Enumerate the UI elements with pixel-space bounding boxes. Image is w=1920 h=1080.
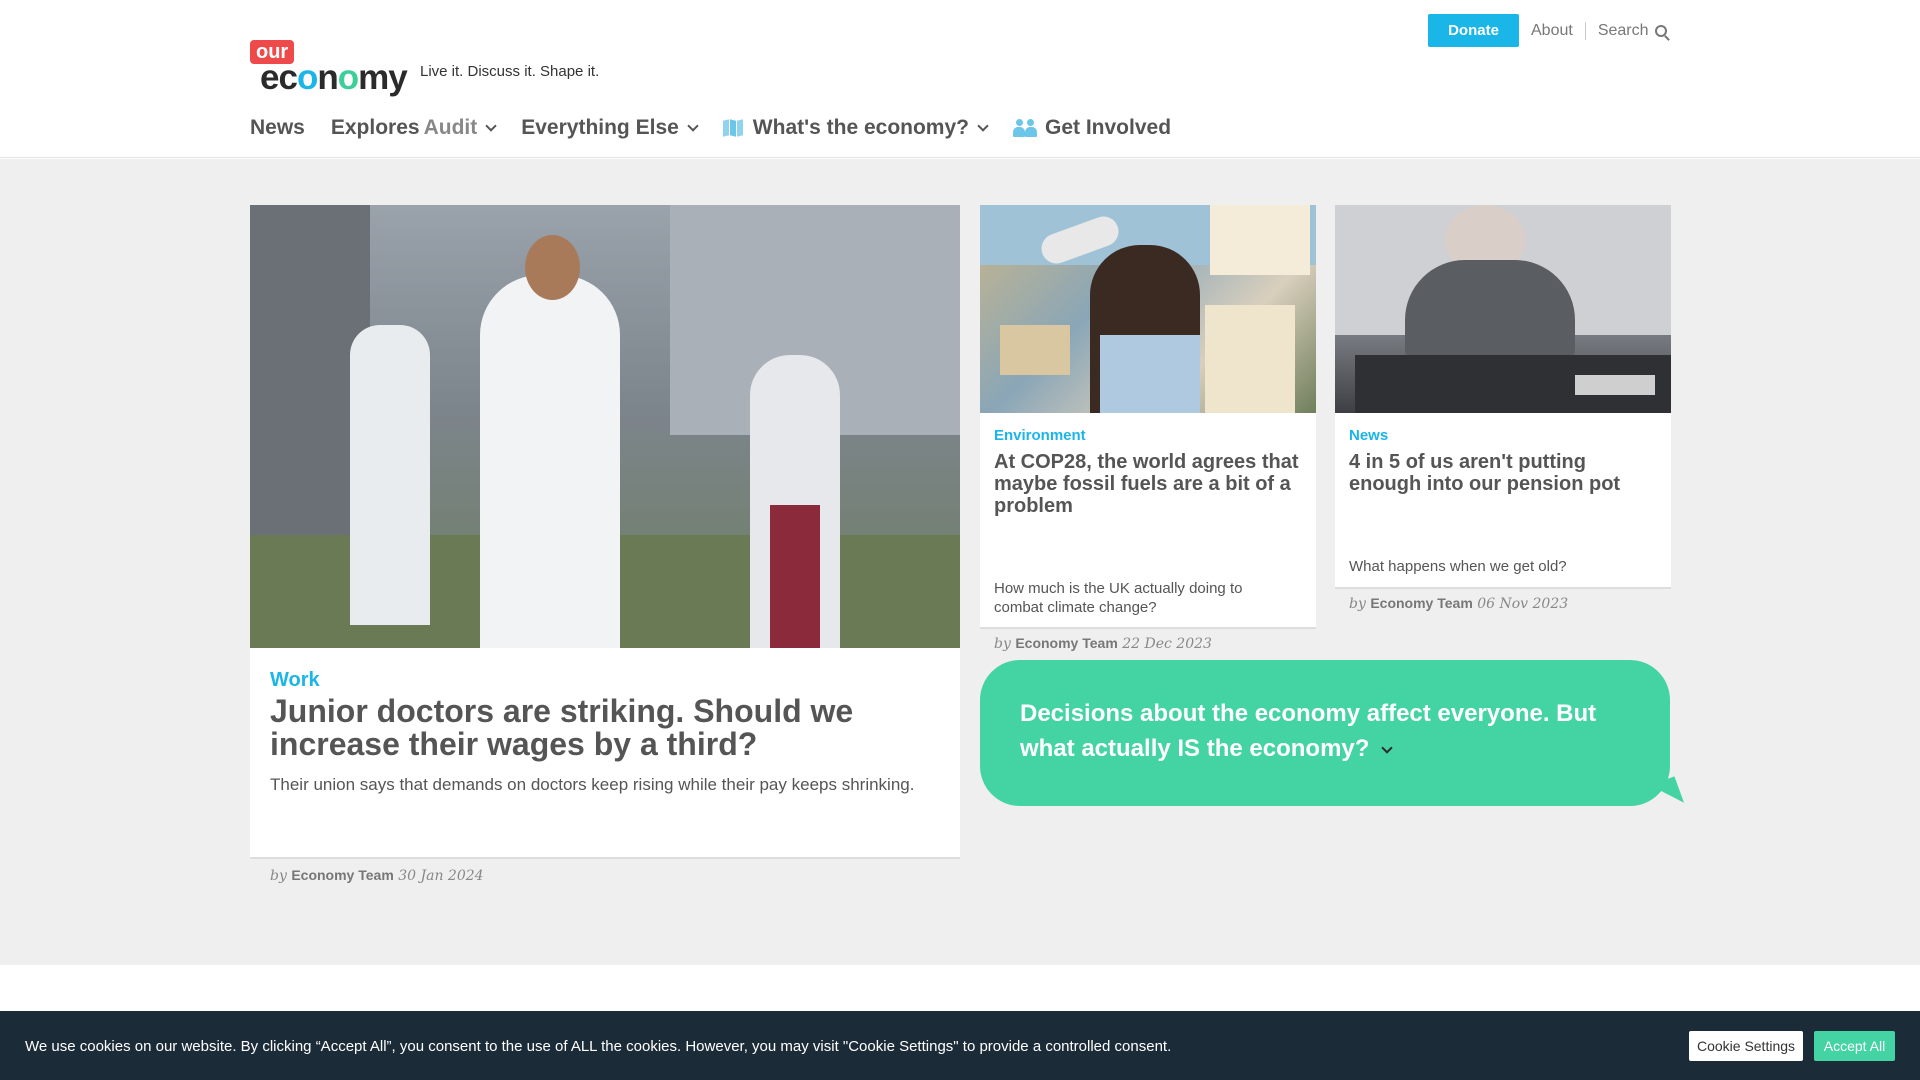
site-logo[interactable]: our economy xyxy=(250,40,412,97)
site-tagline: Live it. Discuss it. Shape it. xyxy=(420,63,600,80)
article-date: 22 Dec 2023 xyxy=(1122,636,1212,652)
article-card-environment[interactable]: Environment At COP28, the world agrees t… xyxy=(980,205,1316,652)
article-category[interactable]: Work xyxy=(270,669,320,692)
people-icon xyxy=(1012,119,1037,137)
search-icon xyxy=(1654,24,1667,37)
article-image-protest[interactable] xyxy=(980,205,1316,413)
article-title[interactable]: At COP28, the world agrees that maybe fo… xyxy=(994,451,1304,517)
site-header: Donate About Search our economy Live it.… xyxy=(0,0,1920,158)
accept-all-button[interactable]: Accept All xyxy=(1814,1031,1895,1061)
map-icon xyxy=(722,119,745,137)
article-byline: by Economy Team 06 Nov 2023 xyxy=(1349,595,1569,612)
cookie-banner: We use cookies on our website. By clicki… xyxy=(0,1011,1920,1080)
article-image-pensioner[interactable] xyxy=(1335,205,1671,413)
article-date: 06 Nov 2023 xyxy=(1477,596,1569,612)
article-image-doctors[interactable] xyxy=(250,205,960,648)
nav-everything-else-label: Everything Else xyxy=(521,116,679,139)
utility-nav: Donate About Search xyxy=(1428,14,1679,47)
chevron-down-icon xyxy=(485,119,497,132)
nav-explores-audit[interactable]: Explores Audit xyxy=(330,116,497,140)
nav-everything-else[interactable]: Everything Else xyxy=(521,116,699,140)
search-link[interactable]: Search xyxy=(1586,22,1679,40)
chevron-down-icon xyxy=(977,119,989,132)
article-author[interactable]: Economy Team xyxy=(291,867,393,883)
chevron-down-icon xyxy=(687,119,699,132)
article-author[interactable]: Economy Team xyxy=(1015,635,1117,651)
chevron-down-icon xyxy=(1381,742,1394,754)
nav-explores-label: Explores xyxy=(330,116,420,139)
about-link[interactable]: About xyxy=(1519,22,1585,40)
nav-get-involved[interactable]: Get Involved xyxy=(1012,116,1172,140)
bubble-text: Decisions about the economy affect every… xyxy=(1020,700,1597,762)
article-excerpt: How much is the UK actually doing to com… xyxy=(994,580,1243,616)
main-nav: News Explores Audit Everything Else What… xyxy=(250,112,1197,144)
search-label: Search xyxy=(1597,21,1649,39)
article-excerpt: What happens when we get old? xyxy=(1349,558,1567,575)
article-excerpt: Their union says that demands on doctors… xyxy=(270,775,915,794)
cookie-settings-button[interactable]: Cookie Settings xyxy=(1689,1031,1803,1061)
article-date: 30 Jan 2024 xyxy=(398,868,484,884)
content-area: Work Junior doctors are striking. Should… xyxy=(0,159,1920,965)
nav-whats-the-economy[interactable]: What's the economy? xyxy=(722,116,989,140)
nav-news[interactable]: News xyxy=(250,116,305,140)
article-author[interactable]: Economy Team xyxy=(1370,595,1472,611)
logo-economy: economy xyxy=(260,58,408,97)
donate-button[interactable]: Donate xyxy=(1428,14,1519,47)
footer-strip xyxy=(0,965,1920,1011)
article-byline: by Economy Team 22 Dec 2023 xyxy=(994,635,1212,652)
article-card-main[interactable]: Work Junior doctors are striking. Should… xyxy=(250,205,960,884)
article-category[interactable]: Environment xyxy=(994,427,1086,444)
nav-audit-label: Audit xyxy=(423,116,478,139)
article-card-pension[interactable]: News 4 in 5 of us aren't putting enough … xyxy=(1335,205,1671,612)
article-category[interactable]: News xyxy=(1349,427,1388,444)
nav-get-involved-label: Get Involved xyxy=(1044,116,1172,139)
cookie-message: We use cookies on our website. By clicki… xyxy=(25,1038,1172,1055)
article-title[interactable]: Junior doctors are striking. Should we i… xyxy=(270,695,930,761)
nav-whats-economy-label: What's the economy? xyxy=(752,116,969,139)
article-title[interactable]: 4 in 5 of us aren't putting enough into … xyxy=(1349,451,1659,495)
article-byline: by Economy Team 30 Jan 2024 xyxy=(270,867,484,884)
economy-speech-bubble[interactable]: Decisions about the economy affect every… xyxy=(980,660,1670,806)
